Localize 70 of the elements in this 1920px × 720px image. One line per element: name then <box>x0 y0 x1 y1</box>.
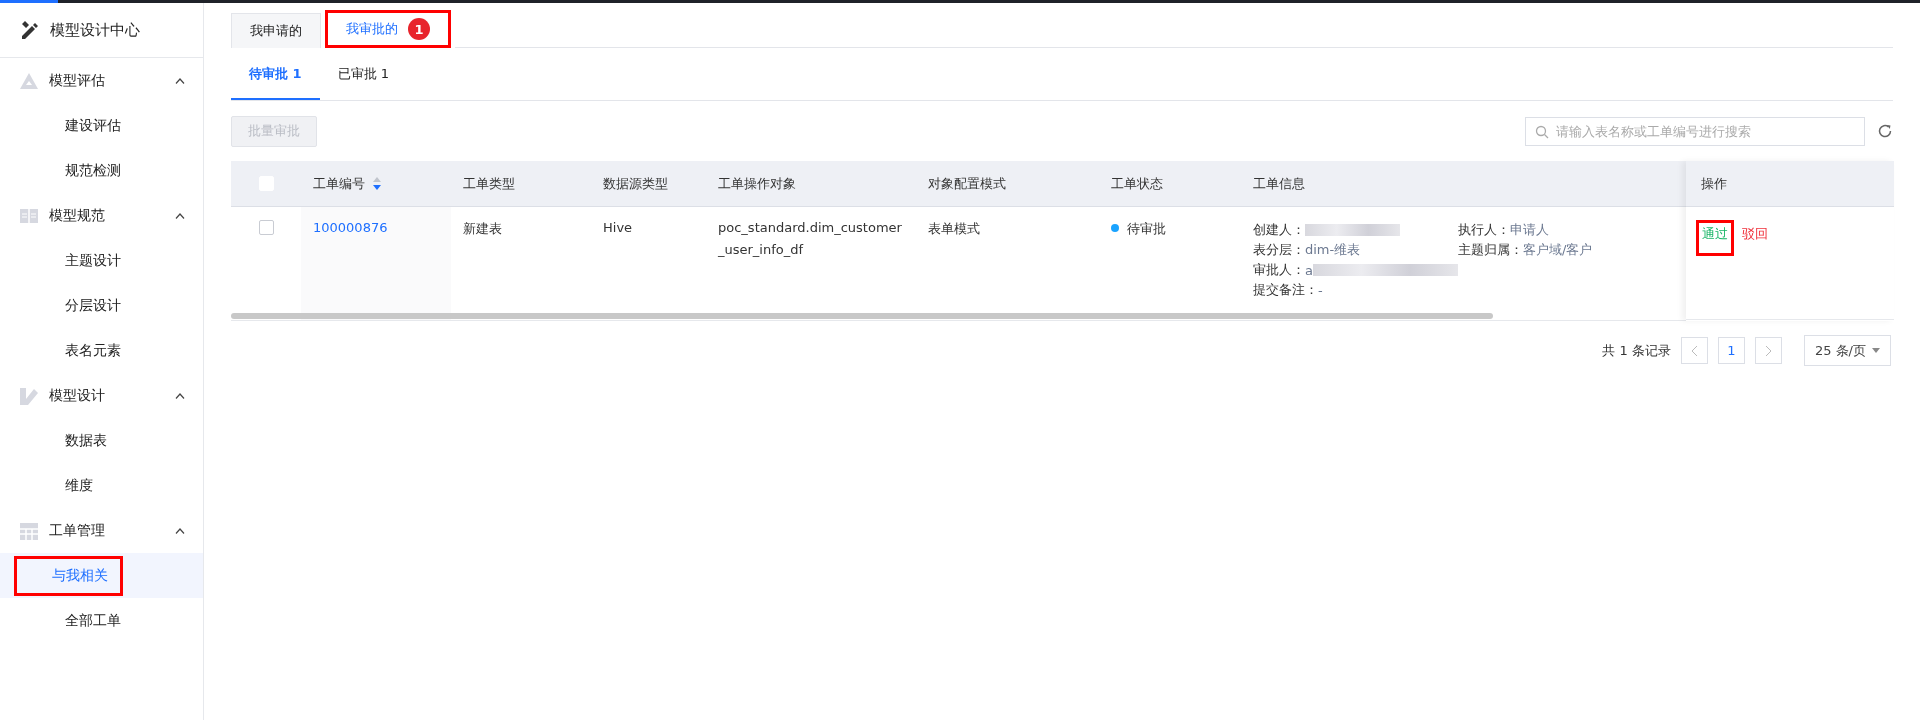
menu-item[interactable]: 主题设计 <box>13 240 136 281</box>
info-label: 执行人： <box>1458 221 1510 239</box>
menu-item[interactable]: 数据表 <box>13 420 122 461</box>
book-icon <box>19 206 39 225</box>
menu-group-label: 模型评估 <box>49 71 106 90</box>
info-label: 提交备注： <box>1253 281 1318 299</box>
calendar-icon <box>19 520 39 541</box>
pen-ruler-icon <box>20 20 40 40</box>
menu-group-label: 工单管理 <box>49 521 106 540</box>
chevron-icon <box>175 527 185 534</box>
total-records: 共 1 条记录 <box>1602 341 1671 360</box>
action-link[interactable]: 驳回 <box>1736 220 1774 248</box>
order-id-link[interactable]: 100000876 <box>313 220 388 235</box>
menu-item[interactable]: 规范检测 <box>13 150 136 191</box>
table-cell: 表单模式 <box>928 220 980 238</box>
column-header: 操作 <box>1701 174 1727 193</box>
tab[interactable]: 我申请的 <box>231 13 321 48</box>
info-value: 客户域/客户 <box>1523 241 1593 259</box>
column-header: 数据源类型 <box>603 174 668 193</box>
column-header: 工单类型 <box>463 174 515 193</box>
table-cell: Hive <box>603 220 633 235</box>
menu-group[interactable]: 模型设计 <box>0 373 203 418</box>
info-value: dim-维表 <box>1305 241 1361 259</box>
menu-item[interactable]: 建设评估 <box>13 105 136 146</box>
column-header: 工单编号 <box>313 174 365 193</box>
chevron-left-icon <box>1690 344 1698 357</box>
sort-icon[interactable] <box>373 177 381 190</box>
info-value: - <box>1318 282 1323 298</box>
menu-item[interactable]: 分层设计 <box>13 285 136 326</box>
menu-group[interactable]: 模型评估 <box>0 58 203 103</box>
info-label: 创建人： <box>1253 221 1305 239</box>
column-header: 工单状态 <box>1111 174 1163 193</box>
checkbox[interactable] <box>258 220 274 235</box>
menu-group-label: 模型规范 <box>49 206 106 225</box>
info-label: 表分层： <box>1253 241 1305 259</box>
next-page-button[interactable] <box>1754 337 1782 364</box>
menu-item[interactable]: 表名元素 <box>13 330 136 371</box>
menu-group[interactable]: 工单管理 <box>0 508 203 553</box>
sidebar-title: 模型设计中心 <box>50 20 140 40</box>
menu-group-label: 模型设计 <box>49 386 106 405</box>
info-label: 主题归属： <box>1458 241 1523 259</box>
scrollbar-thumb[interactable] <box>231 313 1493 319</box>
menu-item[interactable]: 与我相关 <box>14 555 123 596</box>
menu-group[interactable]: 模型规范 <box>0 193 203 238</box>
triangle-icon <box>19 71 39 90</box>
status-text: 待审批 <box>1127 220 1166 238</box>
menu-item[interactable]: 维度 <box>13 465 108 506</box>
info-value: a <box>1305 262 1313 278</box>
info-value: 申请人 <box>1510 221 1549 239</box>
page-size-select[interactable]: 25 条/页 <box>1803 335 1891 366</box>
table-cell: 新建表 <box>463 220 502 238</box>
previous-page-button[interactable] <box>1680 337 1708 364</box>
step-badge: 1 <box>408 18 430 40</box>
refresh-icon[interactable] <box>1877 123 1893 139</box>
chevron-icon <box>175 77 185 84</box>
page-button[interactable]: 1 <box>1717 337 1745 364</box>
chevron-right-icon <box>1764 344 1772 357</box>
column-header: 工单信息 <box>1253 174 1305 193</box>
menu-item[interactable]: 全部工单 <box>13 600 136 641</box>
caret-icon <box>1872 348 1880 353</box>
sub-tab[interactable]: 已审批 1 <box>319 49 407 100</box>
column-header: 工单操作对象 <box>718 174 796 193</box>
sub-tab[interactable]: 待审批 1 <box>231 49 320 100</box>
column-header: 对象配置模式 <box>928 174 1006 193</box>
chevron-icon <box>175 392 185 399</box>
table-cell-text: poc_standard.dim_customer_user_info_df <box>718 219 903 259</box>
tab[interactable]: 我审批的 1 <box>325 10 451 48</box>
info-label: 审批人： <box>1253 261 1305 279</box>
search-field[interactable]: 请输入表名称或工单编号进行搜索 <box>1525 116 1865 146</box>
chevron-icon <box>175 212 185 219</box>
